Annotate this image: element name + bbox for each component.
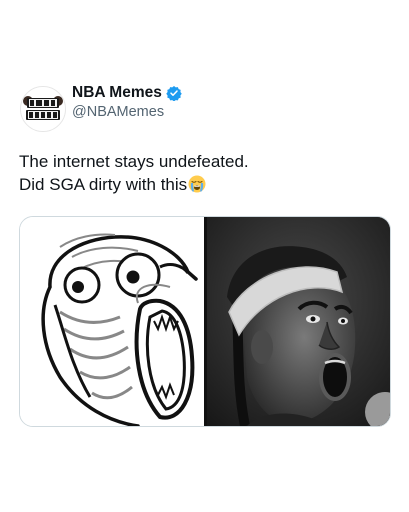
tweet-text-line-1: The internet stays undefeated. [19,152,249,171]
loudly-crying-face-icon [188,175,206,193]
author-handle[interactable]: @NBAMemes [72,104,164,120]
rage-comic-lol-face-image[interactable] [20,217,204,426]
verified-badge-icon [166,85,182,102]
player-shocked-photo[interactable] [207,217,390,426]
author-name-row: NBA Memes [72,84,182,102]
tweet-media[interactable] [19,216,391,427]
nba-memes-logo-icon [21,87,65,131]
author-display-name[interactable]: NBA Memes [72,84,162,102]
avatar[interactable] [20,86,66,132]
tweet-text-line-2: Did SGA dirty with this [19,173,389,196]
tweet-text: The internet stays undefeated. Did SGA d… [19,150,389,196]
tweet-text-line-2-text: Did SGA dirty with this [19,175,188,194]
tweet-card: NBA Memes @NBAMemes The internet stays u… [0,0,409,512]
